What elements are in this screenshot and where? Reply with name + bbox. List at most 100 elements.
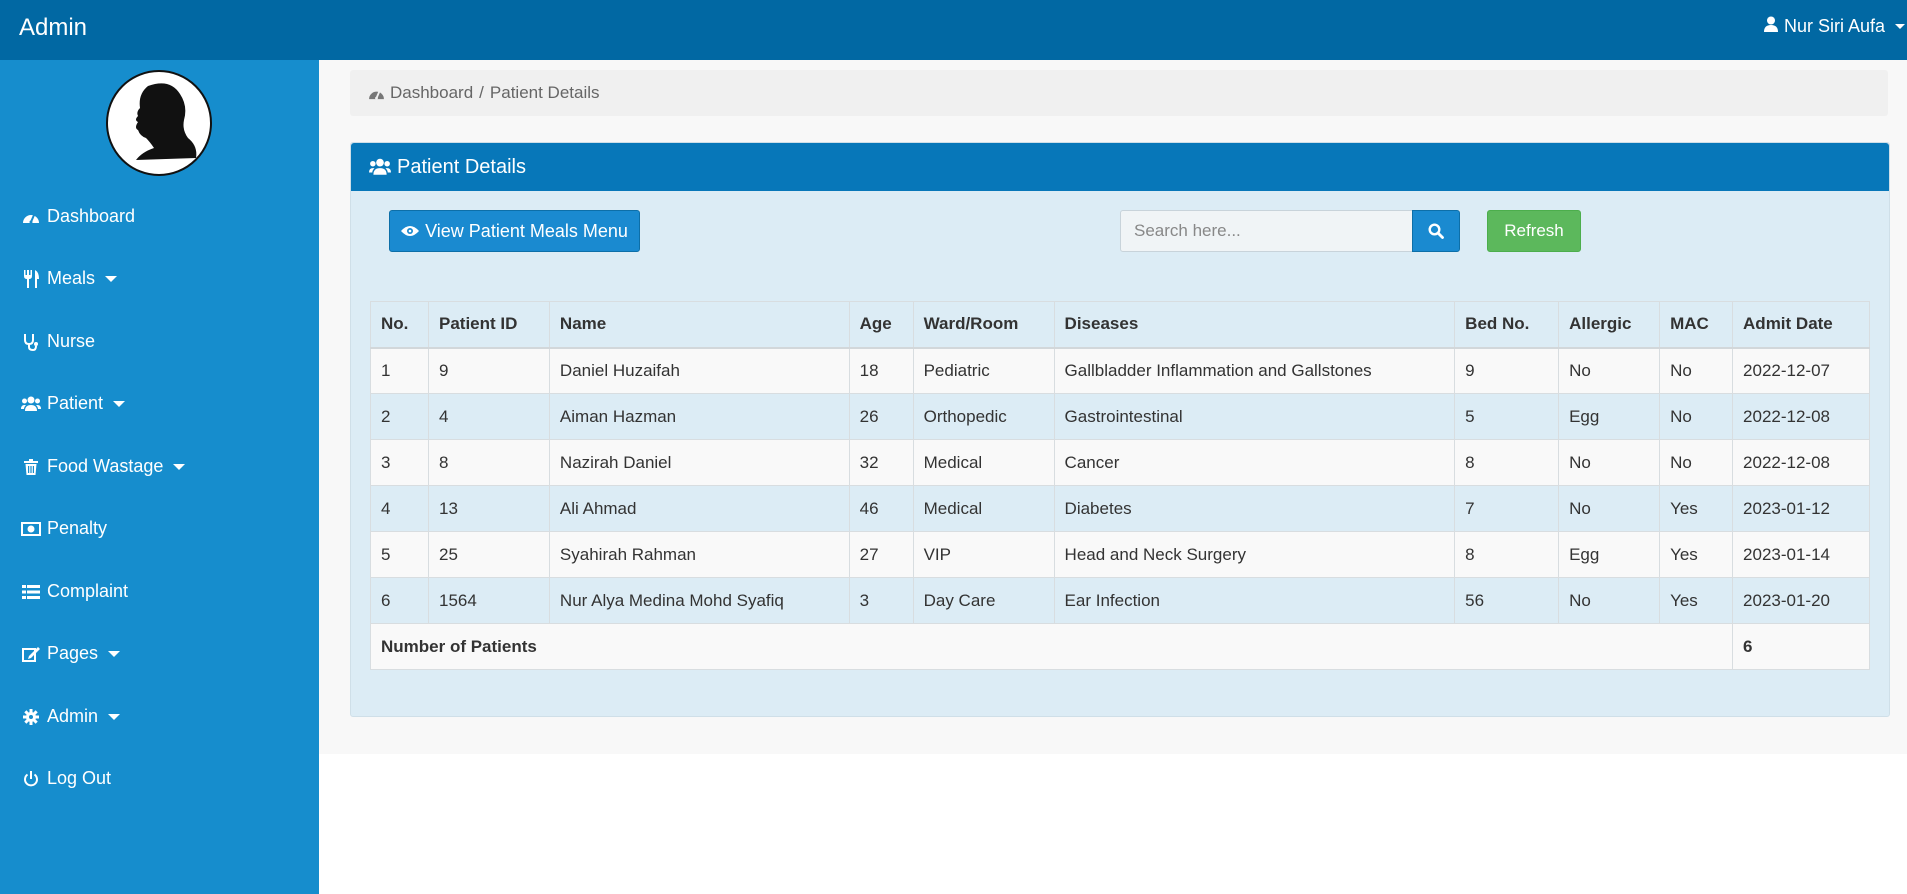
table-cell: 2022-12-07 — [1732, 347, 1870, 394]
chevron-down-icon — [108, 713, 121, 720]
sidebar-item-label: Food Wastage — [47, 456, 164, 476]
main-content: Dashboard / Patient Details Patient Deta… — [319, 60, 1907, 754]
table-cell: Ear Infection — [1053, 577, 1456, 624]
table-cell: Medical — [912, 485, 1055, 532]
column-header[interactable]: Age — [848, 301, 914, 349]
table-cell: No — [1659, 393, 1734, 440]
table-cell: Gastrointestinal — [1053, 393, 1456, 440]
table-cell: 5 — [1454, 393, 1560, 440]
chevron-down-icon — [105, 275, 118, 282]
sidebar-item-pages[interactable]: Pages — [21, 643, 121, 664]
patient-details-panel: Patient Details View Patient Meals Menu … — [350, 142, 1890, 717]
table-row[interactable]: 2 4 Aiman Hazman 26 Orthopedic Gastroint… — [370, 393, 1870, 440]
table-cell: 25 — [427, 531, 550, 578]
table-cell: 5 — [370, 531, 429, 578]
table-cell: Diabetes — [1053, 485, 1456, 532]
sidebar-item-patient[interactable]: Patient — [21, 393, 126, 414]
brand-title[interactable]: Admin — [19, 14, 87, 42]
sidebar-item-label: Patient — [47, 393, 104, 413]
chevron-down-icon — [1895, 24, 1905, 29]
table-row[interactable]: 1 9 Daniel Huzaifah 18 Pediatric Gallbla… — [370, 347, 1870, 394]
sidebar-item-label: Complaint — [47, 581, 129, 601]
column-header[interactable]: Bed No. — [1454, 301, 1560, 349]
eye-icon — [401, 225, 420, 237]
table-cell: Ali Ahmad — [548, 485, 850, 532]
breadcrumb: Dashboard / Patient Details — [350, 70, 1888, 116]
view-patient-meals-menu-button[interactable]: View Patient Meals Menu — [389, 210, 640, 252]
column-header[interactable]: MAC — [1659, 301, 1734, 349]
table-cell: 3 — [370, 439, 429, 486]
table-cell: No — [1558, 577, 1661, 624]
table-row[interactable]: 4 13 Ali Ahmad 46 Medical Diabetes 7 No … — [370, 485, 1870, 532]
sidebar-item-nurse[interactable]: Nurse — [21, 331, 95, 352]
search-icon — [1428, 223, 1444, 239]
search-input[interactable] — [1120, 210, 1414, 252]
table-cell: Cancer — [1053, 439, 1456, 486]
table-cell: 46 — [848, 485, 914, 532]
user-menu[interactable]: Nur Siri Aufa — [1763, 16, 1907, 37]
table-cell: Yes — [1659, 485, 1734, 532]
table-cell: 1 — [370, 347, 429, 394]
table-cell: Head and Neck Surgery — [1053, 531, 1456, 578]
table-cell: 2022-12-08 — [1732, 393, 1870, 440]
chevron-down-icon — [113, 400, 126, 407]
table-header-row: No. Patient ID Name Age Ward/Room Diseas… — [370, 301, 1870, 349]
power-icon — [21, 769, 41, 789]
stethoscope-icon — [21, 332, 41, 352]
column-header[interactable]: Ward/Room — [912, 301, 1055, 349]
table-cell: 3 — [848, 577, 914, 624]
table-row[interactable]: 5 25 Syahirah Rahman 27 VIP Head and Nec… — [370, 531, 1870, 578]
money-icon — [21, 519, 41, 539]
search-button[interactable] — [1412, 210, 1460, 252]
column-header[interactable]: No. — [370, 301, 429, 349]
users-icon — [21, 394, 41, 414]
sidebar: Dashboard Meals Nurse Patient Food Wasta… — [0, 60, 319, 894]
top-navbar: Admin Nur Siri Aufa — [0, 0, 1907, 60]
column-header[interactable]: Allergic — [1558, 301, 1661, 349]
edit-icon — [21, 644, 41, 664]
table-cell: 32 — [848, 439, 914, 486]
sidebar-item-logout[interactable]: Log Out — [21, 768, 111, 789]
table-row[interactable]: 6 1564 Nur Alya Medina Mohd Syafiq 3 Day… — [370, 577, 1870, 624]
table-cell: No — [1558, 347, 1661, 394]
user-name: Nur Siri Aufa — [1783, 16, 1885, 36]
table-cell: 7 — [1454, 485, 1560, 532]
sidebar-item-label: Meals — [47, 268, 96, 288]
sidebar-item-admin[interactable]: Admin — [21, 706, 121, 727]
table-cell: No — [1659, 439, 1734, 486]
user-icon — [1763, 16, 1778, 37]
column-header[interactable]: Patient ID — [427, 301, 550, 349]
dashboard-icon — [21, 207, 41, 227]
breadcrumb-root[interactable]: Dashboard — [390, 83, 473, 103]
table-cell: 27 — [848, 531, 914, 578]
column-header[interactable]: Admit Date — [1732, 301, 1870, 349]
sidebar-item-penalty[interactable]: Penalty — [21, 518, 107, 539]
users-icon — [369, 158, 391, 176]
refresh-button[interactable]: Refresh — [1487, 210, 1581, 252]
sidebar-item-meals[interactable]: Meals — [21, 268, 118, 289]
chevron-down-icon — [108, 650, 121, 657]
table-cell: 56 — [1454, 577, 1560, 624]
table-row[interactable]: 3 8 Nazirah Daniel 32 Medical Cancer 8 N… — [370, 439, 1870, 486]
column-header[interactable]: Name — [548, 301, 850, 349]
gear-icon — [21, 707, 41, 727]
sidebar-item-food-wastage[interactable]: Food Wastage — [21, 456, 186, 477]
table-cell: No — [1558, 439, 1661, 486]
table-cell: 2022-12-08 — [1732, 439, 1870, 486]
chevron-down-icon — [173, 463, 186, 470]
column-header[interactable]: Diseases — [1053, 301, 1456, 349]
table-cell: Nur Alya Medina Mohd Syafiq — [548, 577, 850, 624]
table-cell: Medical — [912, 439, 1055, 486]
table-cell: No — [1659, 347, 1734, 394]
cutlery-icon — [21, 269, 41, 289]
table-cell: 26 — [848, 393, 914, 440]
sidebar-item-label: Pages — [47, 643, 99, 663]
table-cell: Yes — [1659, 577, 1734, 624]
table-cell: Day Care — [912, 577, 1055, 624]
table-cell: 2023-01-14 — [1732, 531, 1870, 578]
patient-count-label: Number of Patients — [369, 623, 1734, 670]
sidebar-item-complaint[interactable]: Complaint — [21, 581, 128, 602]
table-cell: 8 — [427, 439, 550, 486]
sidebar-item-dashboard[interactable]: Dashboard — [21, 206, 135, 227]
table-cell: Yes — [1659, 531, 1734, 578]
